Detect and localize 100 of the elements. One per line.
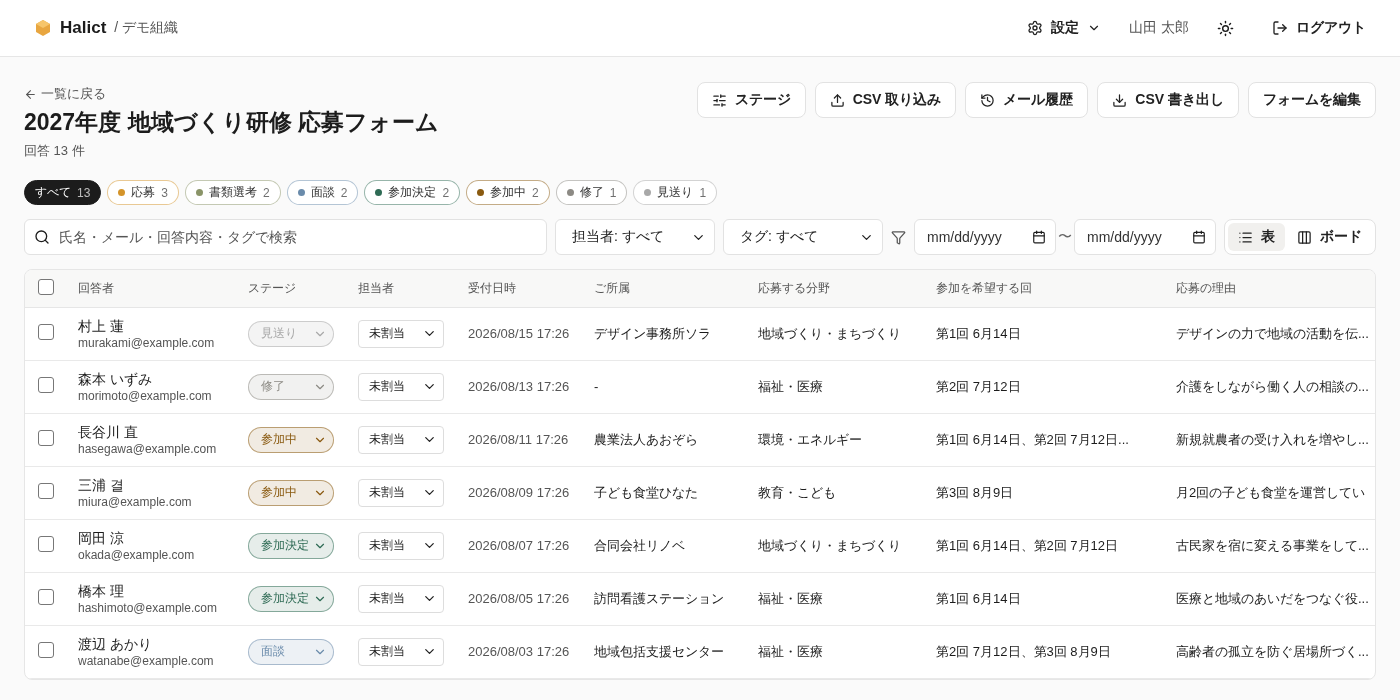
chip-count: 2 (442, 185, 450, 200)
user-name: 山田 太郎 (1128, 19, 1190, 37)
table-cell: 新規就農者の受け入れを増やし... (1176, 430, 1369, 449)
table-cell: 第2回 7月12日、第3回 8月9日 (936, 642, 1111, 661)
action-button[interactable]: CSV 取り込み (814, 82, 957, 118)
row-checkbox[interactable] (38, 589, 54, 605)
stage-filter-chip[interactable]: 修了 1 (555, 180, 628, 205)
table-cell: 医療と地域のあいだをつなぐ役... (1176, 589, 1369, 608)
column-header: 回答者 (78, 279, 114, 297)
cube-logo-icon (34, 19, 52, 37)
respondent-email: murakami@example.com (78, 335, 216, 350)
assignee-select[interactable]: 未割当 (358, 637, 444, 666)
action-button[interactable]: フォームを編集 (1248, 82, 1376, 118)
table-cell: 2026/08/07 17:26 (468, 538, 570, 553)
settings-icon (1027, 20, 1044, 36)
assignee-select[interactable]: 未割当 (358, 425, 444, 454)
chip-label: 面談 (310, 184, 335, 201)
tag-select[interactable]: タグ: すべて (723, 219, 883, 255)
respondent-email: morimoto@example.com (78, 388, 213, 403)
table-cell: 第2回 7月12日 (936, 377, 1021, 396)
assignee-select[interactable]: 未割当 (358, 531, 444, 560)
stage-select[interactable]: 参加決定 (248, 585, 334, 612)
respondent-email: watanabe@example.com (78, 653, 215, 668)
table-cell: - (594, 379, 599, 394)
respondent-name: 橋本 理 (78, 582, 125, 601)
table-cell: 福祉・医療 (758, 642, 823, 661)
chip-count: 2 (532, 185, 539, 200)
column-header: ステージ (248, 279, 296, 297)
row-checkbox[interactable] (38, 642, 54, 658)
assignee-select[interactable]: 未割当 (358, 478, 444, 507)
action-button[interactable]: ステージ (696, 82, 806, 118)
assignee-select[interactable]: 未割当 (358, 372, 444, 401)
date-to-field[interactable]: mm/dd/yyyy (1074, 219, 1216, 255)
chip-label: 見送り (657, 184, 694, 201)
respondent-email: hasegawa@example.com (78, 441, 218, 456)
logout-button[interactable]: ログアウト (1262, 13, 1376, 43)
search-field[interactable]: 氏名・メール・回答内容・タグで検索 (24, 219, 547, 255)
action-button[interactable]: CSV 書き出し (1097, 82, 1239, 118)
stage-select[interactable]: 参加中 (248, 426, 334, 453)
chip-count: 1 (699, 185, 707, 200)
history-icon (980, 92, 996, 108)
assignee-select[interactable]: 担当者: すべて (555, 219, 715, 255)
table-cell: 訪問看護ステーション (594, 589, 724, 608)
table-cell: 福祉・医療 (758, 377, 823, 396)
chip-label: 応募 (131, 184, 156, 201)
stage-filter-chip[interactable]: 参加決定 2 (364, 180, 461, 205)
chip-count: 13 (77, 185, 91, 200)
table-cell: 教育・こども (758, 483, 836, 502)
stage-filter-chip[interactable]: 書類選考 2 (185, 180, 281, 205)
table-cell: 介護をしながら働く人の相談の... (1176, 377, 1369, 396)
column-header: ご所属 (594, 279, 630, 297)
range-separator: 〜 (1058, 228, 1072, 246)
date-from-field[interactable]: mm/dd/yyyy (914, 219, 1056, 255)
row-checkbox[interactable] (38, 430, 54, 446)
theme-toggle-icon[interactable] (1217, 19, 1234, 37)
stage-select[interactable]: 参加中 (248, 479, 334, 506)
settings-menu[interactable]: 設定 (1017, 13, 1112, 43)
view-tab[interactable]: 表 (1228, 223, 1285, 251)
stage-filter-chip[interactable]: 面談 2 (286, 180, 359, 205)
row-checkbox[interactable] (38, 324, 54, 340)
respondent-email: hashimoto@example.com (78, 600, 218, 615)
respondent-name: 岡田 涼 (78, 529, 125, 548)
action-button[interactable]: メール履歴 (965, 82, 1089, 118)
table-cell: 2026/08/13 17:26 (468, 379, 570, 394)
table-cell: 地域づくり・まちづくり (758, 536, 901, 555)
column-header: 参加を希望する回 (936, 279, 1032, 297)
search-icon (34, 229, 50, 245)
logout-icon (1272, 20, 1288, 36)
chip-label: 参加中 (490, 184, 527, 201)
table-cell: 第3回 8月9日 (936, 483, 1014, 502)
table-cell: 2026/08/11 17:26 (468, 432, 569, 447)
select-all-checkbox[interactable] (38, 278, 54, 295)
respondent-name: 森本 いずみ (78, 370, 153, 389)
table-cell: 第1回 6月14日 (936, 324, 1021, 343)
brand-name[interactable]: Halict (60, 18, 107, 38)
row-checkbox[interactable] (38, 377, 54, 393)
column-header: 担当者 (358, 279, 394, 297)
table-cell: 地域づくり・まちづくり (758, 324, 901, 343)
stage-select[interactable]: 参加決定 (248, 532, 334, 559)
view-tab[interactable]: ボード (1287, 223, 1372, 251)
chip-label: 修了 (579, 184, 604, 201)
table-cell: 2026/08/03 17:26 (468, 644, 570, 659)
back-link[interactable]: 一覧に戻る (24, 85, 439, 103)
stage-filter-chip[interactable]: 参加中 2 (466, 180, 550, 205)
columns-icon (1297, 229, 1312, 245)
table-cell: 第1回 6月14日 (936, 589, 1021, 608)
assignee-select[interactable]: 未割当 (358, 584, 444, 613)
respondent-name: 三浦 결 (78, 476, 125, 495)
assignee-select[interactable]: 未割当 (358, 319, 444, 348)
stage-filter-chip[interactable]: すべて 13 (24, 180, 102, 205)
stage-filter-chip[interactable]: 応募 3 (107, 180, 180, 205)
row-checkbox[interactable] (38, 536, 54, 552)
page-title: 2027年度 地域づくり研修 応募フォーム (24, 108, 439, 137)
table-cell: 合同会社リノベ (594, 536, 685, 555)
calendar-icon (1192, 230, 1206, 244)
row-checkbox[interactable] (38, 483, 54, 499)
column-header: 受付日時 (468, 279, 516, 297)
filter-icon (891, 229, 906, 245)
table-cell: 2026/08/15 17:26 (468, 326, 570, 341)
stage-filter-chip[interactable]: 見送り 1 (633, 180, 718, 205)
